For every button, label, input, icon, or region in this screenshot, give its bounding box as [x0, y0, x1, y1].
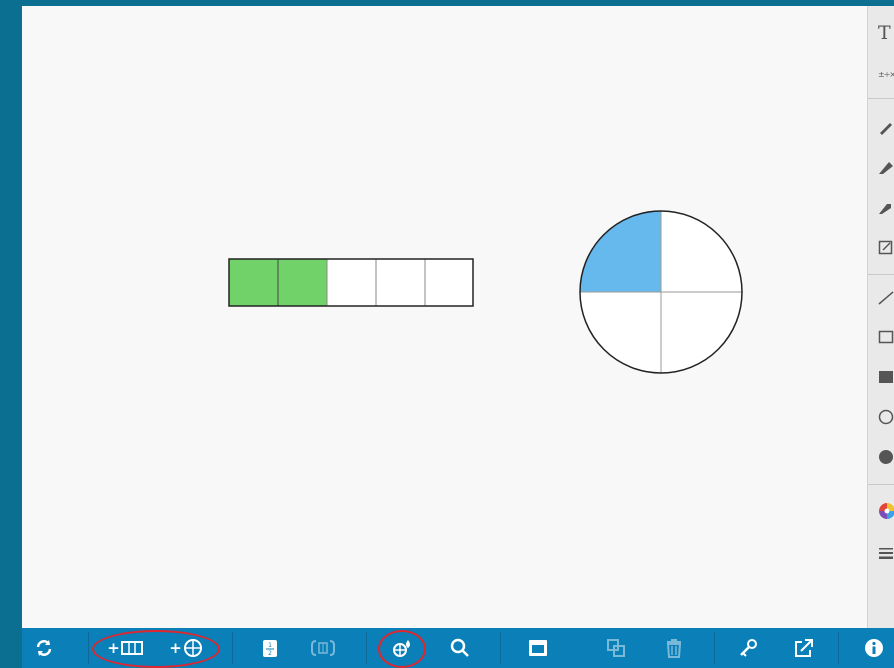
plus-icon: + [169, 639, 182, 657]
delete-icon[interactable] [662, 636, 686, 660]
filled-rectangle-icon[interactable] [868, 362, 894, 392]
bar-part-1[interactable] [229, 259, 278, 306]
share-icon[interactable] [792, 636, 816, 660]
math-tool-icon[interactable]: ±÷× [868, 60, 894, 90]
add-circle-button[interactable]: + [166, 636, 206, 660]
add-circle-icon [183, 639, 202, 657]
bar-part-5[interactable] [425, 259, 473, 306]
circle-icon[interactable] [868, 402, 894, 432]
fraction-label-icon[interactable]: 1 2 [258, 636, 282, 660]
svg-text:1: 1 [268, 642, 272, 649]
plus-icon: + [107, 639, 120, 657]
bar-part-3[interactable] [327, 259, 376, 306]
marker-icon[interactable] [868, 152, 894, 182]
svg-text:2: 2 [268, 650, 272, 657]
key-icon[interactable] [736, 636, 760, 660]
reset-icon[interactable] [32, 636, 56, 660]
add-bar-button[interactable]: + [104, 636, 146, 660]
filled-circle-icon[interactable] [868, 442, 894, 472]
line-weight-icon[interactable] [868, 538, 894, 568]
edit-box-icon[interactable] [868, 232, 894, 262]
info-icon[interactable] [862, 636, 886, 660]
bottom-toolbar: + + 1 2 [22, 628, 894, 668]
duplicate-icon[interactable] [604, 636, 628, 660]
bar-part-2[interactable] [278, 259, 327, 306]
pen-icon[interactable] [868, 112, 894, 142]
highlighter-icon[interactable] [868, 192, 894, 222]
add-bar-icon [120, 641, 143, 655]
rectangle-icon[interactable] [868, 322, 894, 352]
text-tool-icon[interactable]: T [868, 18, 894, 48]
shade-icon[interactable] [388, 636, 416, 660]
line-icon[interactable] [868, 282, 894, 312]
bar-part-4[interactable] [376, 259, 425, 306]
color-picker-icon[interactable] [868, 496, 894, 526]
fraction-bar[interactable] [228, 258, 475, 307]
bring-front-icon[interactable] [526, 636, 550, 660]
circle-part-1[interactable] [580, 211, 661, 292]
fraction-circle[interactable] [578, 210, 748, 378]
drawing-tools-panel: T ±÷× [867, 6, 894, 628]
group-icon[interactable] [310, 636, 336, 660]
zoom-icon[interactable] [448, 636, 472, 660]
